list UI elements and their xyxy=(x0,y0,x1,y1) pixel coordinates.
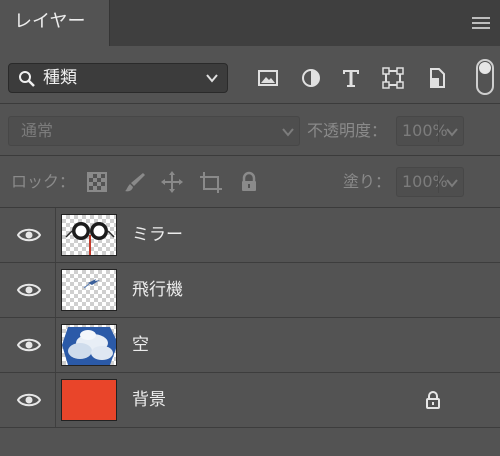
filter-row: 種類 xyxy=(0,46,500,104)
lock-image-pixels-icon[interactable] xyxy=(124,171,146,193)
type-filter-icon[interactable] xyxy=(340,67,362,89)
lock-transparent-pixels-icon[interactable] xyxy=(86,171,108,193)
layer-row-sky[interactable]: 空 xyxy=(0,318,500,373)
lock-position-icon[interactable] xyxy=(161,171,183,193)
eye-icon xyxy=(17,393,41,407)
filter-kind-select[interactable]: 種類 xyxy=(8,63,228,93)
eye-icon xyxy=(17,228,41,242)
image-filter-icon[interactable] xyxy=(257,67,279,89)
layers-tab[interactable]: レイヤー xyxy=(0,0,110,46)
layer-row-background[interactable]: 背景 xyxy=(0,373,500,428)
visibility-toggle[interactable] xyxy=(0,373,56,427)
filter-kind-label: 種類 xyxy=(43,68,77,88)
lock-artboard-icon[interactable] xyxy=(200,171,222,193)
layer-name[interactable]: 背景 xyxy=(132,373,166,427)
sky-thumbnail xyxy=(61,324,117,366)
blend-row: 通常 不透明度： 100% xyxy=(0,104,500,156)
blend-mode-value: 通常 xyxy=(21,121,54,140)
layers-empty-area xyxy=(0,428,500,456)
opacity-value: 100% xyxy=(402,121,448,140)
opacity-label: 不透明度： xyxy=(307,121,388,140)
layer-name[interactable]: ミラー xyxy=(132,208,183,262)
layer-row-airplane[interactable]: 飛行機 xyxy=(0,263,500,318)
background-thumbnail xyxy=(61,379,117,421)
lock-all-icon[interactable] xyxy=(238,171,260,193)
visibility-toggle[interactable] xyxy=(0,208,56,262)
layer-name[interactable]: 飛行機 xyxy=(132,263,183,317)
blend-mode-select[interactable]: 通常 xyxy=(8,116,300,146)
fill-label: 塗り： xyxy=(343,172,392,191)
opacity-field[interactable]: 100% xyxy=(396,116,464,146)
chevron-down-icon xyxy=(206,74,218,83)
eye-icon xyxy=(17,338,41,352)
eye-icon xyxy=(17,283,41,297)
smart-object-filter-icon[interactable] xyxy=(426,67,448,89)
airplane-thumbnail xyxy=(61,269,117,311)
lock-icon[interactable] xyxy=(425,391,441,409)
chevron-down-icon xyxy=(282,128,294,137)
panel-tab-bar: レイヤー xyxy=(0,0,500,46)
search-icon xyxy=(19,71,35,87)
mirror-thumbnail xyxy=(61,214,117,256)
visibility-toggle[interactable] xyxy=(0,318,56,372)
visibility-toggle[interactable] xyxy=(0,263,56,317)
layers-list: ミラー 飛行機 空 背景 xyxy=(0,208,500,428)
filter-toggle[interactable] xyxy=(476,59,494,95)
chevron-down-icon[interactable] xyxy=(445,176,459,190)
panel-menu-icon[interactable] xyxy=(472,17,490,29)
shape-filter-icon[interactable] xyxy=(382,67,404,89)
lock-label: ロック： xyxy=(11,172,76,191)
fill-value: 100% xyxy=(402,172,448,191)
chevron-down-icon[interactable] xyxy=(445,125,459,139)
adjustment-filter-icon[interactable] xyxy=(300,67,322,89)
fill-field[interactable]: 100% xyxy=(396,167,464,197)
layer-name[interactable]: 空 xyxy=(132,318,149,372)
layer-row-mirror[interactable]: ミラー xyxy=(0,208,500,263)
